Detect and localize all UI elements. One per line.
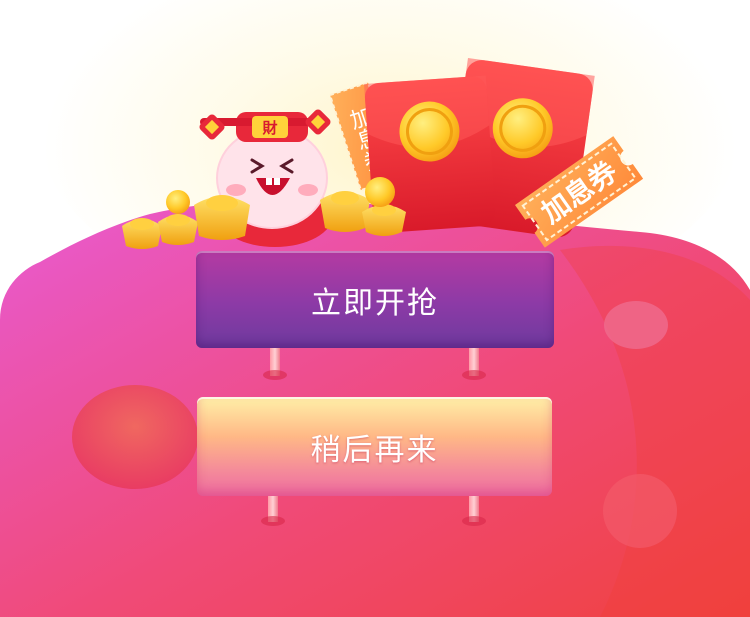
grab-now-button[interactable]: 立即开抢 xyxy=(196,251,554,348)
hat-character: 財 xyxy=(261,119,277,137)
try-later-label: 稍后再来 xyxy=(310,432,439,468)
crater-right-bottom xyxy=(603,474,677,548)
popup-stage: 加息券 加息券 財 立即开抢 稍后再来 xyxy=(0,0,750,617)
try-later-button[interactable]: 稍后再来 xyxy=(197,397,552,496)
crater-left xyxy=(72,385,198,489)
crater-right-top xyxy=(604,301,668,349)
grab-now-label: 立即开抢 xyxy=(311,285,439,321)
